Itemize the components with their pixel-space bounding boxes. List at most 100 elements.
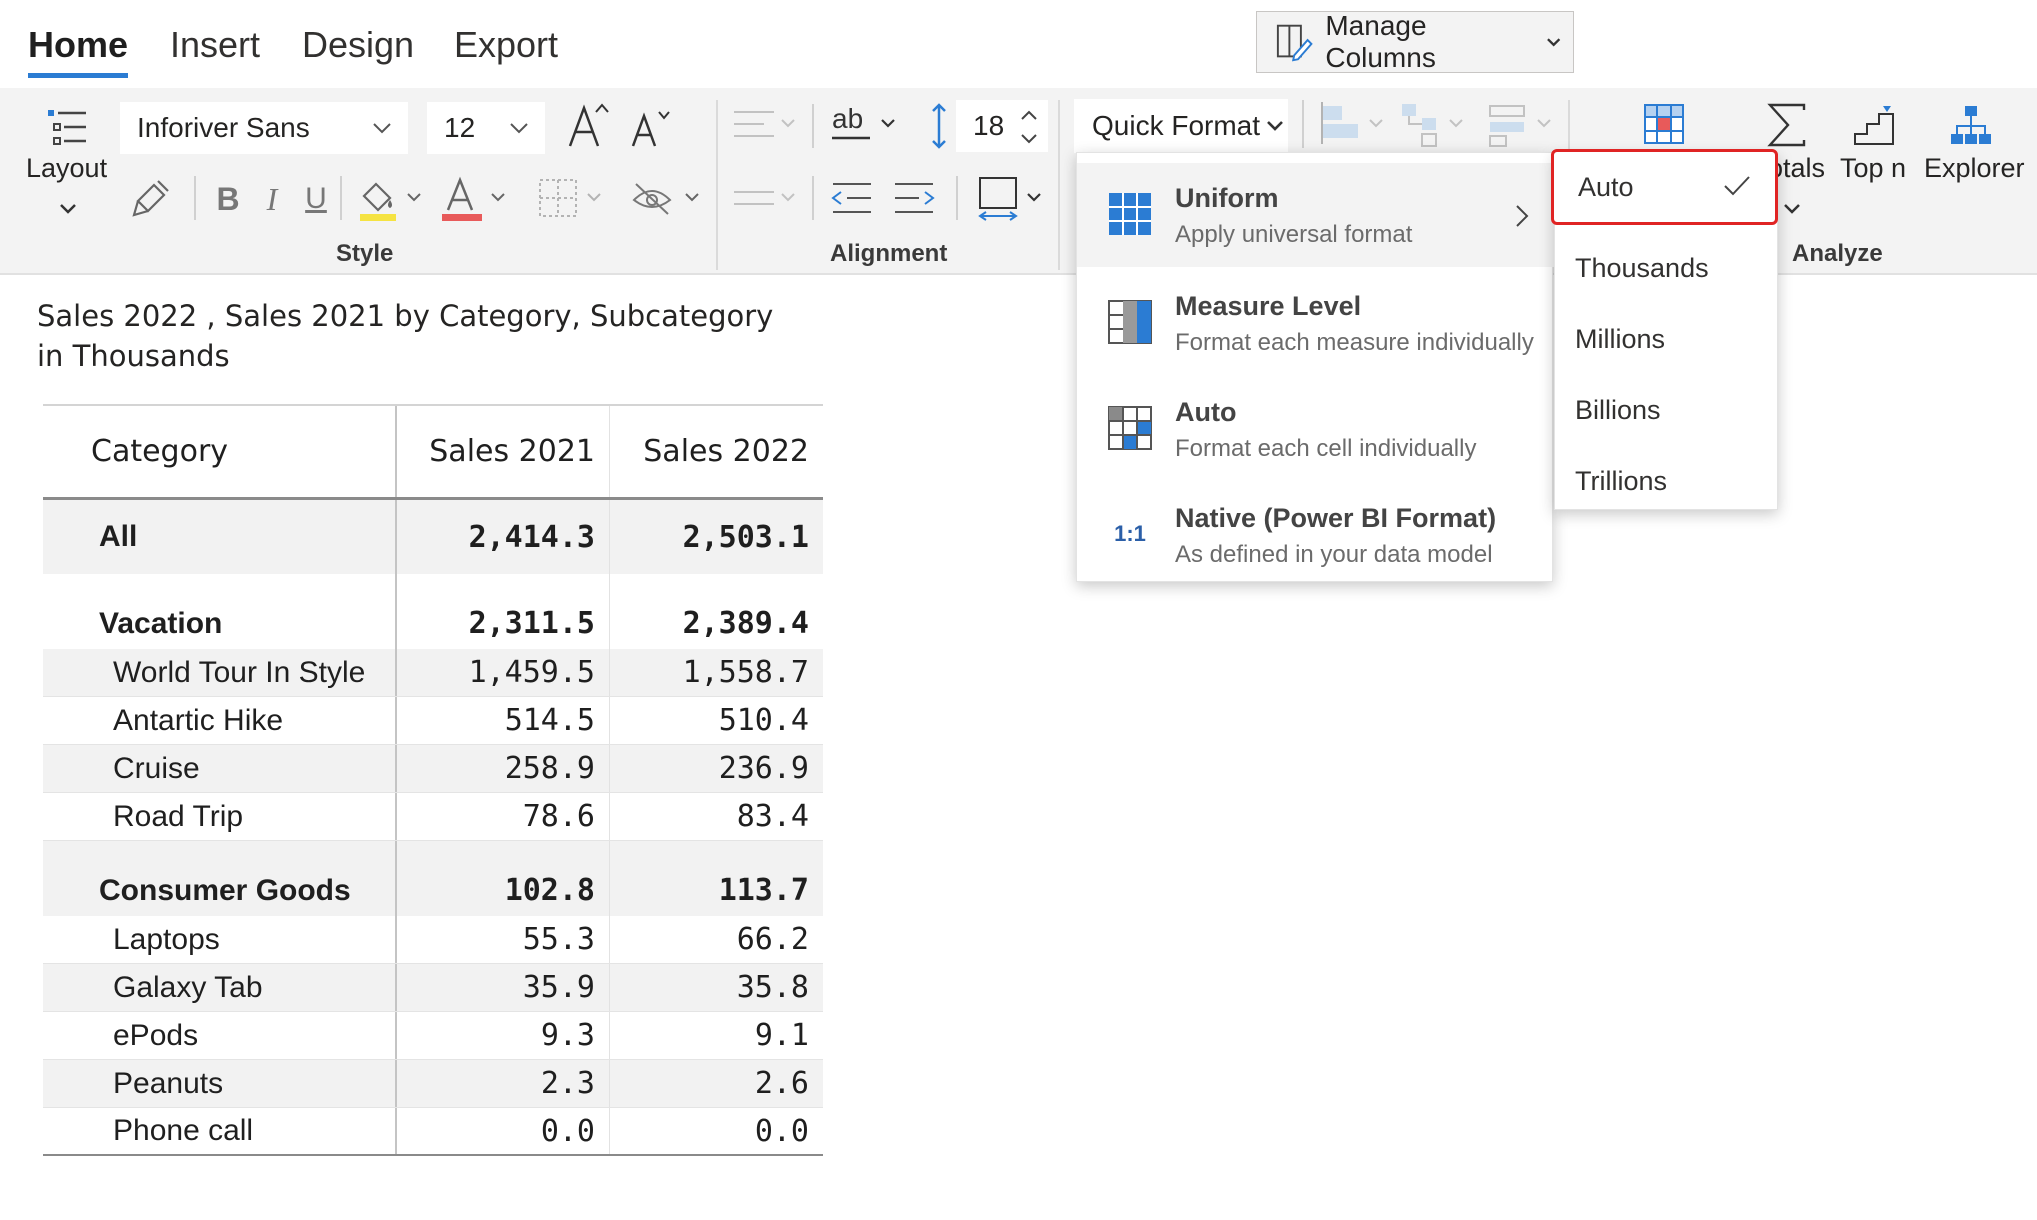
- option-title: Native (Power BI Format): [1175, 503, 1497, 533]
- unit-option-billions[interactable]: Billions: [1555, 375, 1779, 445]
- column-header-category[interactable]: Category: [43, 406, 397, 497]
- unit-option-label: Thousands: [1575, 252, 1709, 283]
- unit-option-thousands[interactable]: Thousands: [1555, 233, 1779, 303]
- tab-insert[interactable]: Insert: [170, 24, 260, 66]
- unit-option-trillions[interactable]: Trillions: [1555, 446, 1779, 516]
- chevron-down-icon: [373, 123, 391, 134]
- vertical-align-icon[interactable]: [730, 174, 802, 224]
- row-label: All: [43, 500, 397, 574]
- data-table: Category Sales 2021 Sales 2022 All 2,414…: [43, 404, 823, 1156]
- font-color-icon[interactable]: [440, 174, 512, 224]
- layout-chevron-down-icon[interactable]: [56, 198, 80, 218]
- cell-sales-2021: 2.3: [397, 1060, 610, 1107]
- unit-option-label: Auto: [1578, 171, 1634, 202]
- fill-color-icon[interactable]: [356, 174, 428, 224]
- cell-sales-2021: 514.5: [397, 697, 610, 744]
- increase-font-size-icon[interactable]: [564, 98, 612, 152]
- cell-sales-2022: 236.9: [718, 751, 809, 786]
- cell-sales-2021: 78.6: [397, 793, 610, 840]
- column-header-sales-2021[interactable]: Sales 2021: [397, 406, 610, 497]
- font-family-value: Inforiver Sans: [137, 112, 310, 143]
- underline-icon[interactable]: U: [300, 180, 332, 218]
- hide-eye-icon[interactable]: [630, 174, 706, 224]
- line-height-stepper[interactable]: 18: [956, 100, 1048, 152]
- italic-icon[interactable]: I: [256, 180, 288, 218]
- hierarchy-align-icon[interactable]: [1398, 100, 1470, 150]
- row-label: Laptops: [43, 916, 397, 963]
- unit-option-auto[interactable]: Auto: [1551, 149, 1778, 225]
- layout-icon[interactable]: [40, 104, 96, 154]
- cell-sales-2022: 66.2: [736, 922, 809, 957]
- table-row[interactable]: ePods 9.3 9.1: [43, 1012, 823, 1060]
- layout-label[interactable]: Layout: [26, 153, 107, 184]
- option-title: Auto: [1175, 397, 1237, 427]
- format-painter-icon[interactable]: [130, 174, 174, 220]
- row-label: Peanuts: [43, 1060, 397, 1107]
- tab-design[interactable]: Design: [302, 24, 414, 66]
- table-row[interactable]: Antartic Hike 514.5 510.4: [43, 697, 823, 745]
- table-row[interactable]: Road Trip 78.6 83.4: [43, 793, 823, 841]
- decrease-font-size-icon[interactable]: [628, 104, 674, 152]
- report-title-line2: in Thousands: [37, 339, 230, 373]
- decrease-indent-icon[interactable]: [826, 174, 878, 224]
- toolbar-divider: [812, 176, 814, 220]
- option-subtitle: Format each cell individually: [1175, 435, 1477, 462]
- bold-icon[interactable]: B: [212, 180, 244, 218]
- unit-option-millions[interactable]: Millions: [1555, 304, 1779, 374]
- wrap-text-icon[interactable]: ab: [830, 100, 902, 150]
- increase-indent-icon[interactable]: [888, 174, 940, 224]
- cell-align-icon[interactable]: [1318, 100, 1390, 150]
- cell-sales-2021: 35.9: [397, 964, 610, 1011]
- stepper-arrows-icon[interactable]: [1019, 107, 1039, 147]
- sigma-totals-icon[interactable]: [1764, 100, 1812, 150]
- row-label: Consumer Goods: [43, 841, 397, 916]
- table-row-all[interactable]: All 2,414.3 2,503.1: [43, 500, 823, 574]
- cell-sales-2022: 35.8: [736, 970, 809, 1005]
- alignment-group-label: Alignment: [830, 240, 948, 267]
- line-height-icon[interactable]: [924, 100, 954, 152]
- table-row-group-consumer-goods[interactable]: Consumer Goods 102.8 113.7: [43, 841, 823, 916]
- table-row[interactable]: Phone call 0.0 0.0: [43, 1108, 823, 1156]
- quick-format-option-uniform[interactable]: Uniform Apply universal format: [1077, 163, 1554, 267]
- table-row[interactable]: Galaxy Tab 35.9 35.8: [43, 964, 823, 1012]
- toolbar-divider: [956, 176, 958, 220]
- tab-home[interactable]: Home: [28, 24, 129, 78]
- quick-format-option-native[interactable]: 1:1 Native (Power BI Format) As defined …: [1077, 483, 1554, 587]
- top-n-icon[interactable]: [1852, 102, 1896, 148]
- table-row[interactable]: Peanuts 2.3 2.6: [43, 1060, 823, 1108]
- table-row[interactable]: Laptops 55.3 66.2: [43, 916, 823, 964]
- uniform-grid-icon: [1109, 193, 1151, 235]
- font-size-dropdown[interactable]: 12: [427, 102, 545, 154]
- explorer-hierarchy-icon[interactable]: [1948, 102, 1994, 148]
- row-label: World Tour In Style: [43, 649, 397, 696]
- native-1to1-icon: 1:1: [1114, 521, 1146, 546]
- tab-export[interactable]: Export: [454, 24, 558, 66]
- quick-format-label: Quick Format: [1092, 110, 1261, 141]
- conditional-format-grid-icon[interactable]: [1642, 102, 1686, 146]
- table-row[interactable]: Cruise 258.9 236.9: [43, 745, 823, 793]
- borders-icon[interactable]: [536, 174, 608, 224]
- explorer-label[interactable]: Explorer: [1924, 153, 2025, 184]
- table-row-group-vacation[interactable]: Vacation 2,311.5 2,389.4: [43, 574, 823, 649]
- line-height-value: 18: [973, 110, 1005, 141]
- quick-format-option-measure-level[interactable]: Measure Level Format each measure indivi…: [1077, 271, 1554, 375]
- quick-format-option-auto[interactable]: Auto Format each cell individually: [1077, 377, 1554, 481]
- option-subtitle: As defined in your data model: [1175, 541, 1493, 568]
- cell-sales-2021: 2,414.3: [397, 500, 610, 574]
- manage-columns-button[interactable]: Manage Columns: [1256, 10, 1574, 73]
- stepped-layout-icon[interactable]: [1486, 100, 1558, 150]
- column-width-icon[interactable]: [976, 174, 1048, 224]
- measure-level-icon: [1108, 300, 1152, 344]
- group-divider: [1058, 100, 1060, 270]
- row-label: Road Trip: [43, 793, 397, 840]
- font-family-dropdown[interactable]: Inforiver Sans: [120, 102, 408, 154]
- cell-sales-2021: 0.0: [397, 1108, 610, 1154]
- table-row[interactable]: World Tour In Style 1,459.5 1,558.7: [43, 649, 823, 697]
- top-n-label[interactable]: Top n: [1840, 153, 1906, 184]
- column-header-sales-2022[interactable]: Sales 2022: [610, 406, 823, 497]
- toolbar-divider: [194, 176, 196, 220]
- horizontal-align-icon[interactable]: [730, 100, 802, 150]
- cell-sales-2022: 83.4: [736, 799, 809, 834]
- quick-format-dropdown[interactable]: Quick Format: [1074, 99, 1288, 153]
- totals-chevron-down-icon[interactable]: [1780, 198, 1804, 218]
